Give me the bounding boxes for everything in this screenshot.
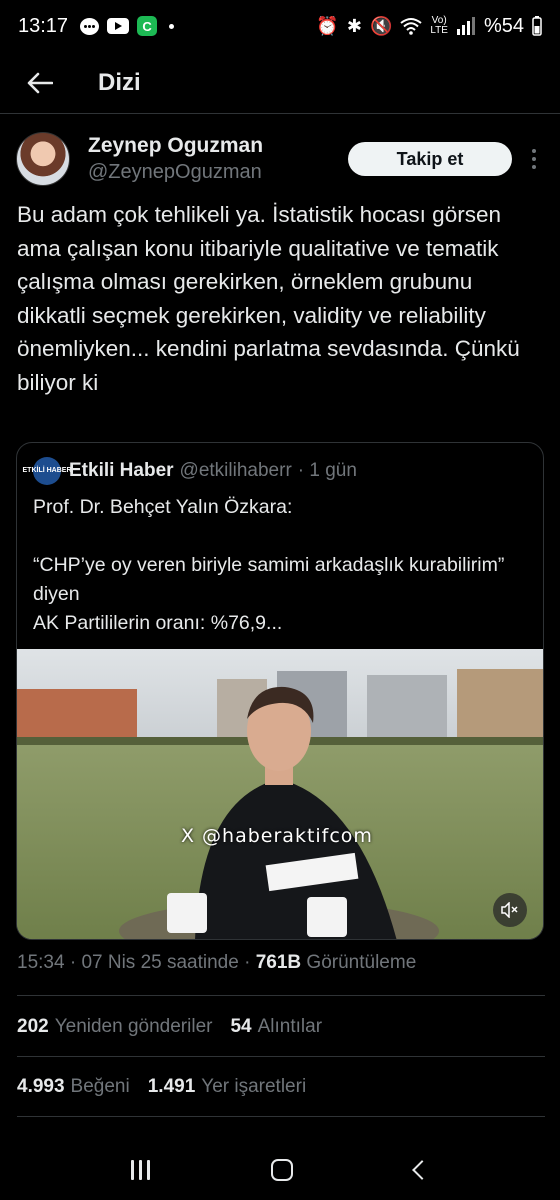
status-time: 13:17 <box>18 14 69 37</box>
reposts-link[interactable]: 202 Yeniden gönderiler <box>17 1016 212 1038</box>
quotes-count: 54 <box>230 1016 252 1037</box>
quoted-avatar: ETKİLİ HABER <box>23 457 72 485</box>
notification-dot-icon <box>169 23 175 29</box>
page-title: Dizi <box>98 68 141 96</box>
signal-icon <box>456 17 475 35</box>
home-button[interactable] <box>271 1159 294 1181</box>
recent-apps-button[interactable] <box>130 1160 150 1180</box>
system-back-button[interactable] <box>412 1160 433 1180</box>
video-watermark: X @haberaktifcom <box>181 825 373 847</box>
quotes-link[interactable]: 54 Alıntılar <box>230 1016 322 1038</box>
chat-bubble-icon <box>80 17 100 35</box>
bluetooth-icon: ✱ <box>346 15 362 36</box>
battery-percent: %54 <box>483 14 524 37</box>
wifi-icon <box>400 18 422 35</box>
speaker-muted-icon <box>501 902 518 918</box>
quotes-label: Alıntılar <box>257 1016 323 1037</box>
divider <box>17 1116 545 1117</box>
quoted-author-name: Etkili Haber <box>69 460 174 481</box>
avatar[interactable] <box>16 132 70 186</box>
tweet-meta: 15:34 · 07 Nis 25 saatinde · 761B Görünt… <box>17 952 417 973</box>
alarm-icon: ⏰ <box>316 15 339 36</box>
quoted-tweet-card[interactable]: ETKİLİ HABER Etkili Haber @etkilihaberr … <box>16 442 544 940</box>
quoted-author-handle: @etkilihaberr <box>179 460 292 481</box>
quoted-tweet-text: Prof. Dr. Behçet Yalın Özkara: “CHP’ye o… <box>33 496 505 634</box>
mute-video-button[interactable] <box>493 893 527 927</box>
divider <box>17 995 545 996</box>
top-app-bar: Dizi <box>0 52 560 114</box>
back-button[interactable] <box>0 52 80 114</box>
tweet-text: Bu adam çok tehlikeli ya. İstatistik hoc… <box>17 202 520 395</box>
bookmarks-label: Yer işaretleri <box>201 1076 307 1097</box>
more-options-button[interactable] <box>522 145 546 173</box>
follow-button[interactable]: Takip et <box>348 142 512 176</box>
author-display-name[interactable]: Zeynep Oguzman <box>88 133 263 159</box>
views-count: 761B <box>255 952 302 973</box>
bookmarks-count: 1.491 <box>147 1076 196 1097</box>
reposts-label: Yeniden gönderiler <box>54 1016 213 1037</box>
like-stats: 4.993 Beğeni 1.491 Yer işaretleri <box>17 1076 545 1098</box>
system-navigation-bar <box>0 1140 560 1200</box>
status-bar: 13:17 C ⏰ ✱ 🔇 Vo) LTE %54 <box>0 0 560 52</box>
reposts-count: 202 <box>17 1016 49 1037</box>
views-label: Görüntüleme <box>306 952 417 973</box>
arrow-left-icon <box>27 72 53 93</box>
quoted-video[interactable]: X @haberaktifcom <box>17 649 543 939</box>
volte-icon: Vo) LTE <box>430 15 448 36</box>
author-handle[interactable]: @ZeynepOguzman <box>88 159 263 185</box>
tweet-date: 07 Nis 25 saatinde <box>81 952 239 973</box>
mute-icon: 🔇 <box>369 15 393 36</box>
repost-stats: 202 Yeniden gönderiler 54 Alıntılar <box>17 1016 545 1038</box>
tweet-author: Zeynep Oguzman @ZeynepOguzman Takip et <box>16 130 546 188</box>
likes-link[interactable]: 4.993 Beğeni <box>17 1076 130 1098</box>
quoted-time: · 1 gün <box>297 460 357 481</box>
video-frame <box>17 649 543 939</box>
youtube-icon <box>107 18 130 34</box>
bookmarks-link[interactable]: 1.491 Yer işaretleri <box>148 1076 306 1098</box>
battery-icon <box>532 16 542 36</box>
likes-label: Beğeni <box>70 1076 130 1097</box>
tweet-time: 15:34 <box>17 952 65 973</box>
divider <box>17 1056 545 1057</box>
shield-app-icon: C <box>137 16 158 36</box>
likes-count: 4.993 <box>17 1076 65 1097</box>
